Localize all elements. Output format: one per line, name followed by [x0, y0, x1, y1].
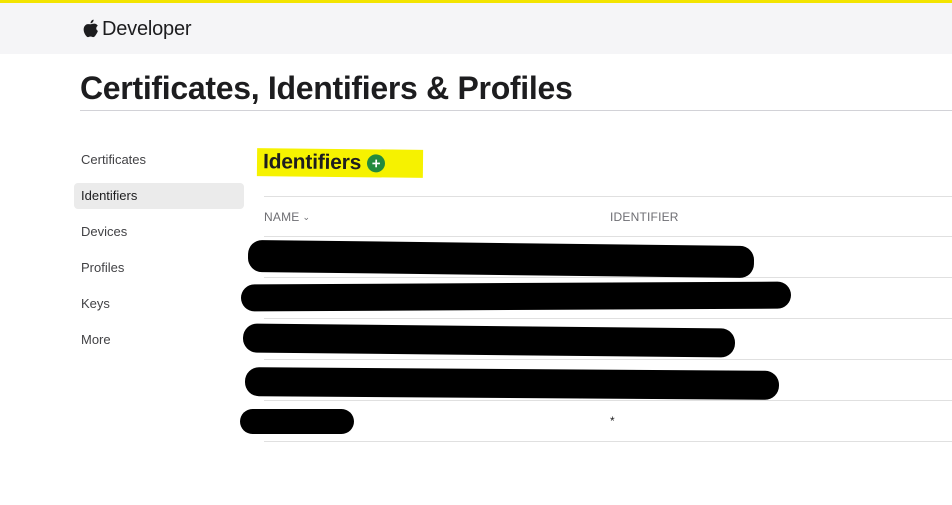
- redaction-mark: [247, 239, 755, 279]
- title-divider: [80, 110, 952, 111]
- add-circle-icon: +: [371, 154, 381, 172]
- identifier-cell: *: [610, 414, 615, 428]
- redaction-mark: [244, 367, 780, 400]
- redaction-mark: [240, 409, 354, 434]
- section-title: Identifiers: [262, 150, 362, 175]
- column-header-name-label: NAME: [264, 210, 300, 224]
- sidebar-item-more[interactable]: More: [74, 327, 244, 353]
- global-nav: Developer: [0, 3, 952, 54]
- redaction-mark: [242, 323, 736, 358]
- sidebar-item-identifiers[interactable]: Identifiers: [74, 183, 244, 209]
- sidebar-item-keys[interactable]: Keys: [74, 291, 244, 317]
- redaction-mark: [240, 281, 792, 312]
- apple-logo-icon: [82, 19, 99, 39]
- add-identifier-button[interactable]: +: [367, 154, 386, 173]
- sidebar-item-devices[interactable]: Devices: [74, 219, 244, 245]
- sidebar-nav: Certificates Identifiers Devices Profile…: [74, 147, 244, 363]
- sidebar-item-profiles[interactable]: Profiles: [74, 255, 244, 281]
- page-title: Certificates, Identifiers & Profiles: [80, 70, 573, 106]
- table-row[interactable]: *: [264, 401, 952, 442]
- identifiers-table: NAME ⌄ IDENTIFIER *: [264, 196, 952, 442]
- chevron-down-icon: ⌄: [302, 212, 311, 222]
- sidebar-item-certificates[interactable]: Certificates: [74, 147, 244, 173]
- section-heading: Identifiers +: [256, 148, 424, 178]
- brand-label: Developer: [102, 17, 192, 40]
- table-header: NAME ⌄ IDENTIFIER: [264, 196, 952, 237]
- developer-home-link[interactable]: Developer: [82, 15, 192, 43]
- column-header-name[interactable]: NAME ⌄: [264, 210, 310, 224]
- column-header-identifier[interactable]: IDENTIFIER: [610, 210, 679, 224]
